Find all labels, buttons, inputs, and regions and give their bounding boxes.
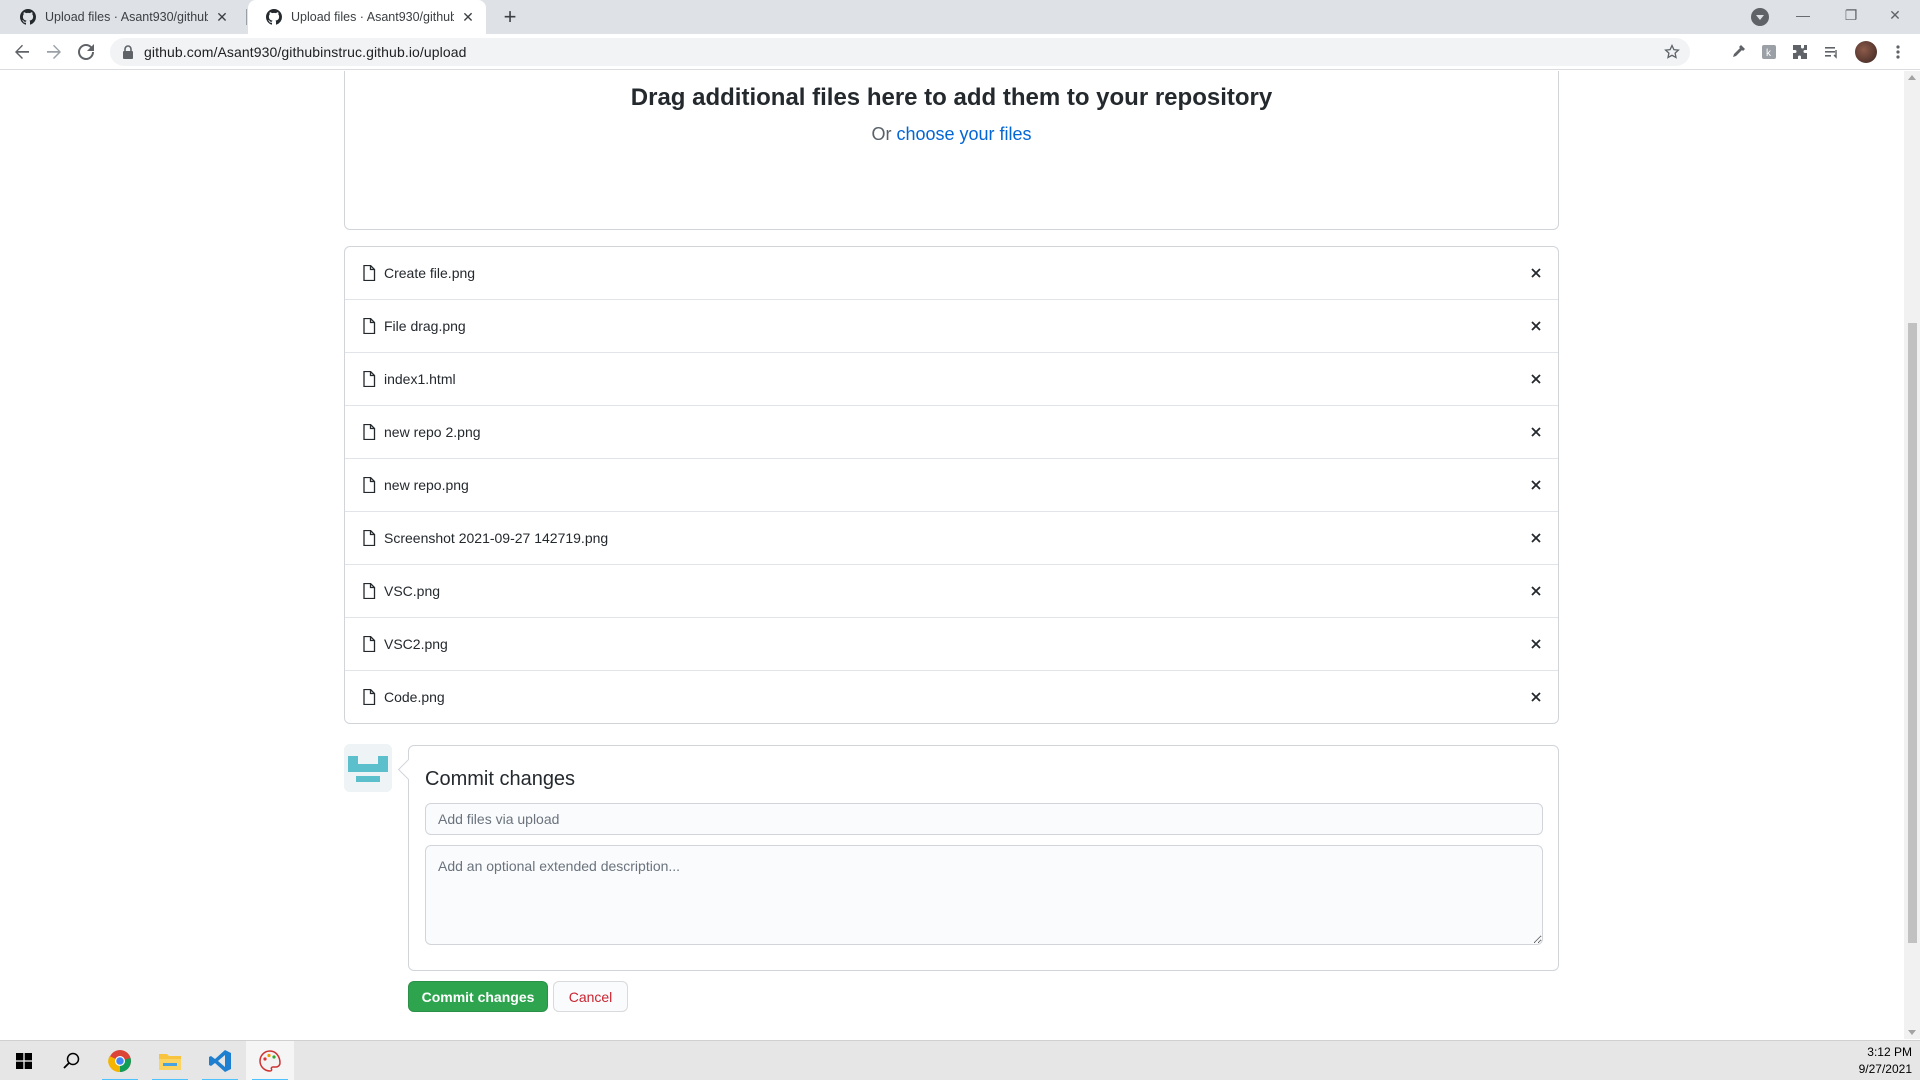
page-scrollbar[interactable]	[1904, 71, 1920, 1039]
file-name: Code.png	[384, 689, 445, 705]
clock-time: 3:12 PM	[1867, 1045, 1912, 1059]
vscode-app-icon[interactable]	[196, 1041, 244, 1080]
file-name: new repo.png	[384, 477, 469, 493]
scroll-down-icon[interactable]	[1908, 1030, 1916, 1035]
cancel-button[interactable]: Cancel	[553, 981, 628, 1012]
file-icon	[363, 265, 376, 281]
search-icon[interactable]	[48, 1041, 96, 1080]
browser-tab-2[interactable]: Upload files · Asant930/githubinstruc.gi…	[248, 0, 486, 34]
file-name: File drag.png	[384, 318, 466, 334]
uploaded-file-list: Create file.png File drag.png index1.htm…	[344, 246, 1559, 724]
system-clock[interactable]: 3:12 PM 9/27/2021	[1859, 1044, 1912, 1078]
remove-file-icon[interactable]	[1528, 424, 1544, 440]
file-row: index1.html	[345, 353, 1558, 406]
remove-file-icon[interactable]	[1528, 477, 1544, 493]
commit-title: Commit changes	[425, 768, 576, 790]
forward-icon[interactable]	[42, 40, 66, 64]
new-tab-button[interactable]: +	[498, 4, 522, 29]
reading-list-icon[interactable]	[1822, 42, 1842, 62]
file-name: VSC.png	[384, 583, 441, 599]
github-logo-icon	[20, 9, 36, 25]
windows-taskbar: 3:12 PM 9/27/2021	[0, 1040, 1920, 1080]
tab-title: Upload files · Asant930/githubinstruc.gi…	[291, 10, 454, 24]
reload-icon[interactable]	[74, 40, 98, 64]
file-row: Code.png	[345, 671, 1558, 723]
file-icon	[363, 583, 376, 599]
file-icon	[363, 424, 376, 440]
tab-search-icon[interactable]	[1751, 8, 1769, 26]
user-avatar[interactable]	[344, 744, 392, 792]
file-name: Create file.png	[384, 265, 476, 281]
identicon-icon	[344, 744, 392, 792]
extensions-puzzle-icon[interactable]	[1790, 42, 1810, 62]
file-row: Create file.png	[345, 247, 1558, 300]
file-row: new repo 2.png	[345, 406, 1558, 459]
chrome-menu-icon[interactable]	[1888, 42, 1908, 62]
scroll-up-icon[interactable]	[1908, 75, 1916, 80]
profile-avatar[interactable]	[1855, 41, 1877, 63]
extension-icon[interactable]: k	[1759, 42, 1779, 62]
file-row: VSC2.png	[345, 618, 1558, 671]
drop-zone-subtext: Or choose your files	[345, 124, 1558, 145]
close-tab-icon[interactable]: ✕	[460, 9, 476, 25]
remove-file-icon[interactable]	[1528, 530, 1544, 546]
close-window-icon[interactable]: ✕	[1872, 0, 1918, 30]
file-name: VSC2.png	[384, 636, 448, 652]
address-bar[interactable]: github.com/Asant930/githubinstruc.github…	[110, 38, 1690, 66]
file-icon	[363, 530, 376, 546]
remove-file-icon[interactable]	[1528, 583, 1544, 599]
url-text: github.com/Asant930/githubinstruc.github…	[144, 44, 467, 60]
commit-description-textarea[interactable]	[425, 845, 1543, 945]
commit-summary-input[interactable]	[425, 803, 1543, 835]
commit-form: Commit changes	[408, 745, 1559, 971]
scrollbar-thumb[interactable]	[1908, 323, 1917, 943]
restore-icon[interactable]: ❐	[1828, 0, 1874, 30]
commit-changes-button[interactable]: Commit changes	[408, 981, 548, 1012]
back-icon[interactable]	[10, 40, 34, 64]
file-name: Screenshot 2021-09-27 142719.png	[384, 530, 609, 546]
browser-toolbar: github.com/Asant930/githubinstruc.github…	[0, 34, 1920, 70]
file-row: VSC.png	[345, 565, 1558, 618]
paint-app-icon[interactable]	[246, 1041, 294, 1080]
chrome-app-icon[interactable]	[96, 1041, 144, 1080]
file-drop-zone[interactable]: Drag additional files here to add them t…	[344, 71, 1559, 230]
file-row: Screenshot 2021-09-27 142719.png	[345, 512, 1558, 565]
file-icon	[363, 371, 376, 387]
page-viewport: Drag additional files here to add them t…	[0, 71, 1904, 1039]
file-icon	[363, 318, 376, 334]
clock-date: 9/27/2021	[1858, 1062, 1912, 1076]
file-row: new repo.png	[345, 459, 1558, 512]
file-icon	[363, 477, 376, 493]
eyedropper-extension-icon[interactable]	[1728, 42, 1748, 62]
remove-file-icon[interactable]	[1528, 318, 1544, 334]
github-logo-icon	[266, 9, 282, 25]
minimize-icon[interactable]: —	[1780, 0, 1826, 30]
lock-icon[interactable]	[122, 45, 134, 59]
file-name: new repo 2.png	[384, 424, 481, 440]
tab-title: Upload files · Asant930/githubinstruc.gi…	[45, 10, 208, 24]
file-name: index1.html	[384, 371, 456, 387]
remove-file-icon[interactable]	[1528, 636, 1544, 652]
browser-tab-1[interactable]: Upload files · Asant930/githubinstruc.gi…	[2, 0, 240, 34]
close-tab-icon[interactable]: ✕	[214, 9, 230, 25]
file-row: File drag.png	[345, 300, 1558, 353]
file-explorer-icon[interactable]	[146, 1041, 194, 1080]
remove-file-icon[interactable]	[1528, 689, 1544, 705]
file-icon	[363, 689, 376, 705]
drop-zone-prefix: Or	[871, 124, 892, 144]
windows-start-icon[interactable]	[0, 1041, 48, 1080]
choose-files-link[interactable]: choose your files	[896, 124, 1031, 144]
browser-tab-strip: Upload files · Asant930/githubinstruc.gi…	[0, 0, 1920, 34]
drop-zone-heading: Drag additional files here to add them t…	[630, 84, 1273, 111]
remove-file-icon[interactable]	[1528, 265, 1544, 281]
bookmark-star-icon[interactable]	[1664, 44, 1680, 60]
file-icon	[363, 636, 376, 652]
tab-separator	[246, 9, 247, 25]
remove-file-icon[interactable]	[1528, 371, 1544, 387]
